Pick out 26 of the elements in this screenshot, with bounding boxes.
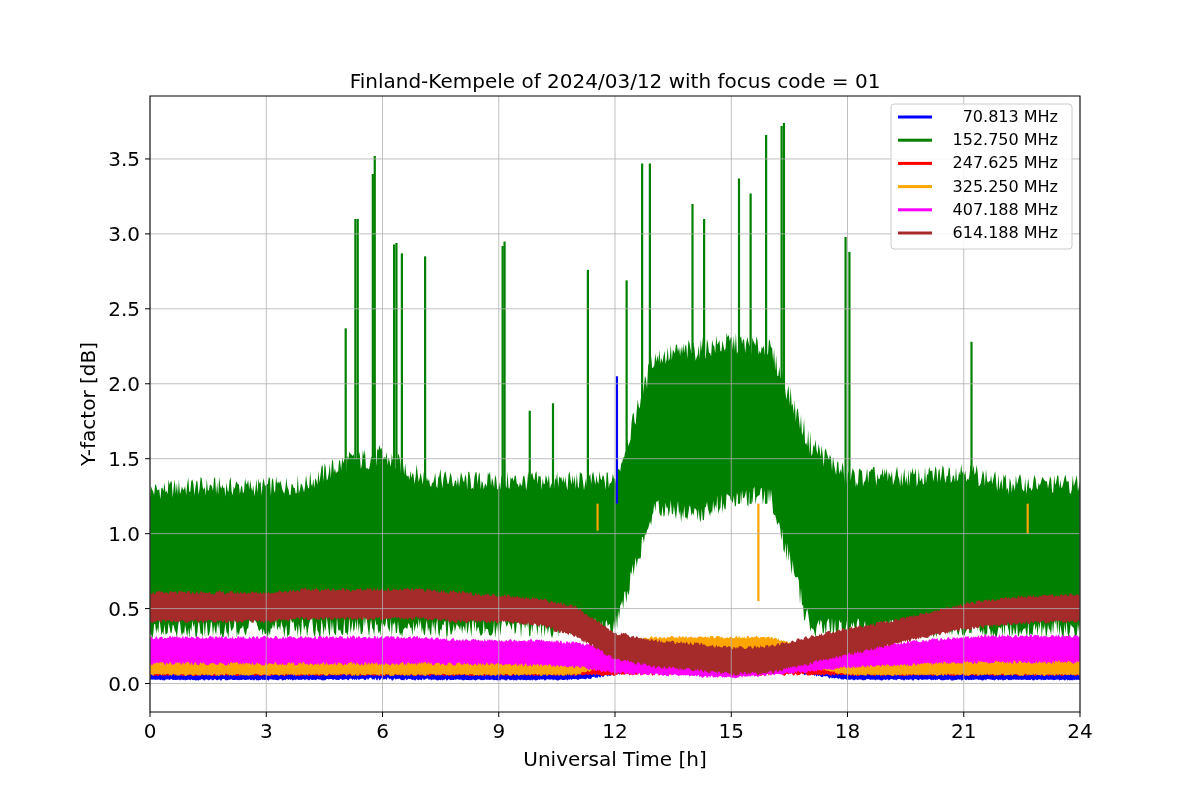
x-tick-label: 3 [259,719,273,743]
x-tick-label: 21 [951,719,977,743]
legend-label: 247.625 MHz [952,153,1058,173]
y-tick-label: 1.5 [108,446,140,471]
x-tick-label: 0 [143,719,157,743]
y-tick-label: 3.5 [108,146,140,171]
x-tick-label: 18 [834,719,861,743]
y-tick-label: 1.0 [108,521,140,546]
x-tick-label: 9 [492,719,506,743]
x-tick-label: 24 [1067,719,1093,743]
x-tick-label: 12 [602,719,628,743]
legend-label: 70.813 MHz [962,107,1058,126]
y-axis-label: Y-factor [dB] [76,342,100,466]
legend-label: 325.250 MHz [952,176,1058,196]
legend-label: 614.188 MHz [952,223,1058,242]
x-tick-label: 15 [718,719,744,743]
y-tick-label: 2.5 [108,296,140,321]
x-axis-label: Universal Time [h] [523,747,707,771]
legend-label: 152.750 MHz [952,130,1058,150]
y-tick-label: 2.0 [108,371,140,396]
x-tick-label: 6 [376,719,389,743]
y-tick-label: 3.0 [108,221,140,246]
y-tick-label: 0.5 [108,596,140,621]
y-tick-label: 0.0 [108,671,140,696]
legend-label: 407.188 MHz [952,199,1058,219]
chart-title: Finland-Kempele of 2024/03/12 with focus code = 01 [349,69,881,93]
